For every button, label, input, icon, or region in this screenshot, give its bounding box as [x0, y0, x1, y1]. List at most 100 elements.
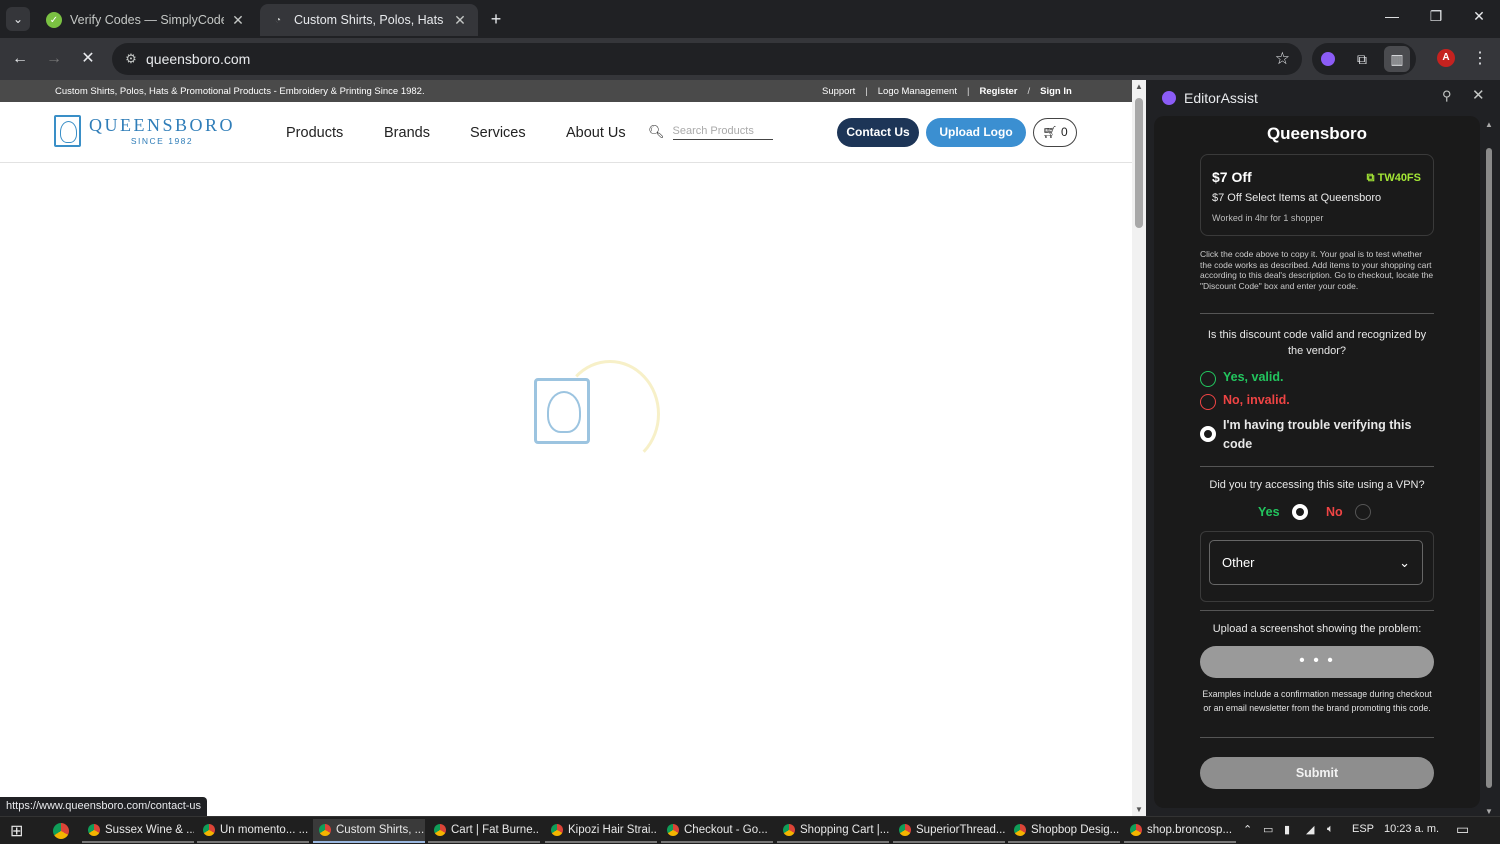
wifi-icon[interactable]: ◢ — [1306, 823, 1314, 836]
radio-button-selected[interactable] — [1291, 504, 1308, 520]
restore-button[interactable]: ❐ — [1416, 8, 1456, 25]
volume-icon[interactable]: 🔈︎ — [1327, 823, 1334, 836]
taskbar-chrome-window[interactable]: Shopping Cart |... — [777, 819, 889, 843]
taskbar-chrome-window[interactable]: Cart | Fat Burne... — [428, 819, 540, 843]
language-indicator[interactable]: ESP — [1352, 823, 1374, 835]
radio-button[interactable] — [1200, 394, 1216, 410]
scrollbar-thumb[interactable] — [1486, 148, 1492, 788]
tab-queensboro[interactable]: ◔ Custom Shirts, Polos, Hats & Pr ✕ — [260, 4, 478, 36]
address-bar[interactable]: ⚙ queensboro.com ☆ — [112, 43, 1302, 75]
logo-management-link[interactable]: Logo Management — [878, 86, 957, 97]
battery-icon[interactable]: ▮ — [1284, 823, 1290, 836]
divider: | — [966, 85, 970, 97]
chrome-icon — [434, 824, 446, 836]
taskbar-chrome-window[interactable]: SuperiorThread... — [893, 819, 1005, 843]
contact-us-button[interactable]: Contact Us — [837, 118, 919, 147]
device-icon[interactable]: ▭ — [1263, 823, 1273, 836]
menu-kebab-icon[interactable]: ⋮ — [1472, 48, 1488, 68]
deal-amount: $7 Off — [1212, 169, 1252, 185]
reason-select-value: Other — [1222, 555, 1255, 570]
support-link[interactable]: Support — [822, 86, 855, 97]
taskbar-chrome-window[interactable]: Kipozi Hair Strai... — [545, 819, 657, 843]
chrome-icon — [667, 824, 679, 836]
crown-logo-icon — [54, 115, 81, 147]
divider — [1200, 313, 1434, 314]
site-info-icon[interactable]: ⚙ — [116, 51, 146, 67]
option-no-invalid[interactable]: No, invalid. — [1200, 393, 1290, 410]
option-yes-valid[interactable]: Yes, valid. — [1200, 370, 1283, 387]
chrome-icon — [551, 824, 563, 836]
cart-button[interactable]: 🛒︎ 0 — [1033, 118, 1077, 147]
start-grid-icon[interactable]: ⊞ — [10, 821, 23, 841]
upload-screenshot-button[interactable]: • • • — [1200, 646, 1434, 678]
chevron-down-icon: ⌄ — [1399, 554, 1410, 570]
profile-avatar[interactable]: A — [1437, 49, 1455, 67]
taskbar-chrome-window[interactable]: Shopbop Desig... — [1008, 819, 1120, 843]
close-icon[interactable]: ✕ — [230, 12, 246, 29]
notifications-icon[interactable]: ▭ — [1456, 821, 1469, 838]
chrome-icon[interactable] — [53, 823, 69, 839]
radio-button[interactable] — [1200, 371, 1216, 387]
url-text: queensboro.com — [146, 51, 251, 67]
minimize-button[interactable]: — — [1372, 8, 1412, 24]
queensboro-logo[interactable]: QUEENSBORO SINCE 1982 — [54, 115, 235, 147]
side-panel-scrollbar[interactable]: ▲ ▼ — [1484, 118, 1494, 816]
taskbar-chrome-window[interactable]: Un momento... ... — [197, 819, 309, 843]
radio-button[interactable] — [1354, 504, 1371, 520]
close-icon[interactable]: ✕ — [1472, 86, 1485, 104]
bookmark-star-icon[interactable]: ☆ — [1275, 49, 1290, 69]
forward-button[interactable]: → — [43, 48, 65, 70]
option-trouble-verifying[interactable]: I'm having trouble verifying this code — [1200, 416, 1420, 454]
register-link[interactable]: Register — [979, 86, 1017, 97]
submit-button[interactable]: Submit — [1200, 757, 1434, 789]
back-button[interactable]: ← — [9, 48, 31, 70]
deal-box[interactable]: $7 Off ⧉ TW40FS $7 Off Select Items at Q… — [1200, 154, 1434, 236]
taskbar-chrome-window[interactable]: Custom Shirts, ... — [313, 819, 425, 843]
close-icon[interactable]: ✕ — [452, 12, 468, 29]
store-name: Queensboro — [1266, 124, 1368, 143]
nav-brands[interactable]: Brands — [384, 125, 430, 141]
side-panel-icon[interactable]: ▥ — [1384, 46, 1410, 72]
chrome-icon — [1014, 824, 1026, 836]
upload-examples-text: Examples include a confirmation message … — [1202, 689, 1432, 713]
crown-logo-icon — [534, 378, 590, 444]
puzzle-icon[interactable]: ⧉ — [1352, 49, 1372, 69]
scroll-up-arrow[interactable]: ▲ — [1134, 82, 1144, 91]
reason-select[interactable]: Other ⌄ — [1209, 540, 1423, 585]
stop-loading-button[interactable]: ✕ — [77, 48, 99, 70]
taskbar-window-title: Checkout - Go... — [684, 824, 768, 836]
scrollbar-thumb[interactable] — [1135, 98, 1143, 228]
windows-taskbar: ⊞ Sussex Wine & ... Un momento... ... Cust… — [0, 816, 1500, 844]
upload-logo-button[interactable]: Upload Logo — [926, 118, 1026, 147]
window-close-button[interactable]: ✕ — [1459, 8, 1499, 25]
taskbar-chrome-window[interactable]: Checkout - Go... — [661, 819, 773, 843]
new-tab-button[interactable]: + — [486, 9, 506, 30]
unpin-icon[interactable]: ⚲ — [1442, 88, 1452, 104]
taskbar-window-title: Cart | Fat Burne... — [451, 824, 540, 836]
site-search: 🔍︎ Search Products — [648, 124, 773, 140]
radio-button-selected[interactable] — [1200, 426, 1216, 442]
clock[interactable]: 10:23 a. m. — [1384, 823, 1439, 835]
search-icon[interactable]: 🔍︎ — [648, 124, 665, 140]
vpn-no-option[interactable]: No — [1326, 503, 1371, 520]
deal-code[interactable]: ⧉ TW40FS — [1367, 172, 1421, 185]
sign-in-link[interactable]: Sign In — [1040, 86, 1072, 97]
scroll-down-arrow[interactable]: ▼ — [1134, 805, 1144, 814]
nav-services[interactable]: Services — [470, 125, 526, 141]
taskbar-chrome-window[interactable]: Sussex Wine & ... — [82, 819, 194, 843]
nav-about-us[interactable]: About Us — [566, 125, 626, 141]
taskbar-chrome-window[interactable]: shop.broncosp... — [1124, 819, 1236, 843]
editorassist-extension-icon[interactable] — [1318, 49, 1338, 69]
tab-search-button[interactable]: ⌄ — [6, 7, 30, 31]
tab-simplycodes[interactable]: ✓ Verify Codes — SimplyCodes ✕ — [36, 4, 256, 36]
simplycodes-icon: ✓ — [46, 12, 62, 28]
vpn-yes-option[interactable]: Yes — [1258, 503, 1308, 520]
vpn-question: Did you try accessing this site using a … — [1209, 479, 1425, 491]
taskbar-window-title: Un momento... ... — [220, 824, 309, 836]
page-scrollbar[interactable]: ▲ ▼ — [1132, 80, 1146, 816]
nav-products[interactable]: Products — [286, 125, 343, 141]
scroll-up-arrow[interactable]: ▲ — [1484, 120, 1494, 129]
show-hidden-icons-chevron[interactable]: ⌃ — [1243, 823, 1252, 836]
scroll-down-arrow[interactable]: ▼ — [1484, 807, 1494, 816]
search-input[interactable]: Search Products — [672, 125, 773, 140]
